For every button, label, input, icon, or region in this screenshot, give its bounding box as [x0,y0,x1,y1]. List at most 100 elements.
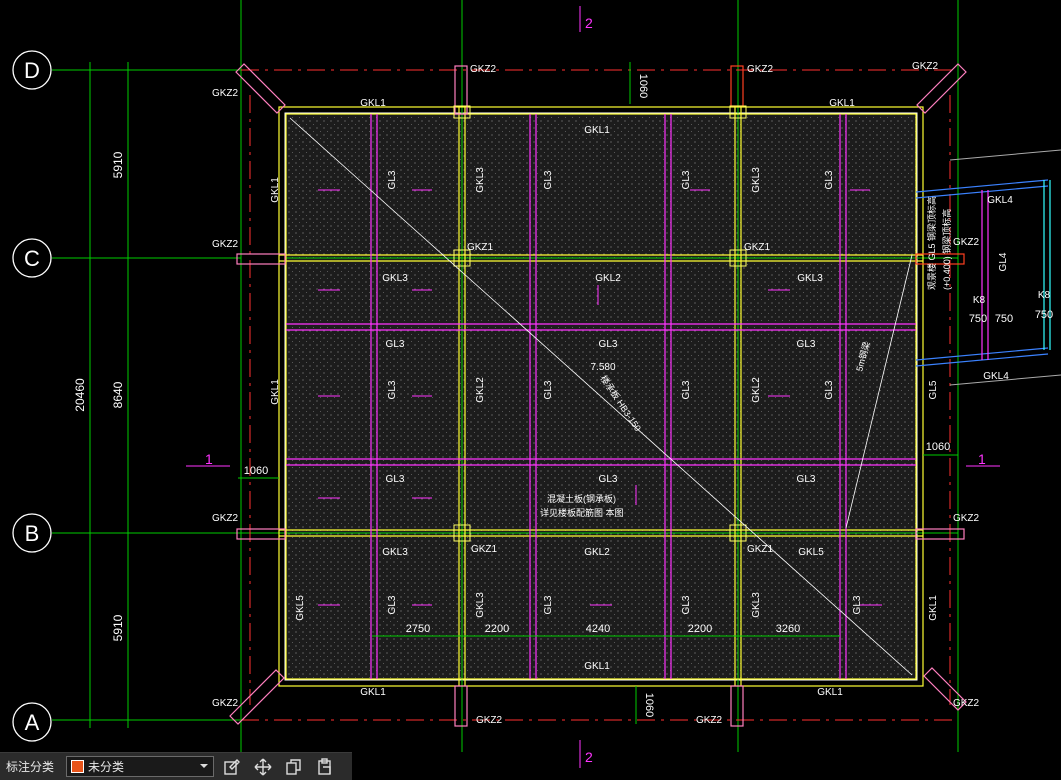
label-gkl1-bottom-2: GKL1 [817,687,843,698]
label-gl5-right: GL5 [928,380,939,399]
axis-number-left: 1 [205,451,213,467]
label-k8-a: K8 [973,295,986,306]
label-gkz1-c2: GKZ1 [744,242,771,253]
label-gkl1-bottom-center: GKL1 [584,661,610,672]
label-gkz2-bottom-left: GKZ2 [212,698,239,709]
label-gkz2-b-left: GKZ2 [212,513,239,524]
dim-bottom-5: 3260 [776,623,800,635]
label-gkl1-top-1: GKL1 [360,98,386,109]
dim-750-c: 750 [1035,309,1053,321]
paste-button[interactable] [312,756,338,778]
grid-label-b: B [25,521,40,546]
label-gl3-v3: GL3 [681,170,692,189]
label-gl3-v12: GL3 [852,595,863,614]
copy-button[interactable] [281,756,307,778]
label-gl3-v10: GL3 [543,595,554,614]
label-gl3-v8: GL3 [824,380,835,399]
label-gkz2-b-right: GKZ2 [953,513,980,524]
label-gl3-v5: GL3 [387,380,398,399]
label-gkl3-b1: GKL3 [382,547,408,558]
dim-1060-left: 1060 [244,465,268,477]
label-gl3-v1: GL3 [387,170,398,189]
label-gl3-r6: GL3 [797,474,816,485]
label-gl3-r5: GL3 [599,474,618,485]
grid-bubbles [12,50,52,742]
label-gkz1-b1: GKZ1 [471,544,498,555]
structural-plan-drawing[interactable]: D C B A 1 1 2 2 20460 5910 8640 5910 275… [0,0,1061,779]
edit-icon [224,758,240,775]
move-button[interactable] [250,756,276,778]
label-gkz2-top-2: GKZ2 [747,64,774,75]
note-concrete-1: 混凝土板(钢承板) [547,493,616,504]
dim-c-b: 8640 [111,381,125,408]
dim-d-c: 5910 [111,151,125,178]
label-gl4: GL4 [998,252,1009,271]
label-gkz2-top-1: GKZ2 [470,64,497,75]
label-gkl4-bottom: GKL4 [983,371,1009,382]
label-gl3-r4: GL3 [386,474,405,485]
dim-b-a: 5910 [111,614,125,641]
label-gl3-v11: GL3 [681,595,692,614]
grid-label-c: C [24,246,40,271]
dim-750-a: 750 [969,313,987,325]
cad-canvas[interactable]: D C B A 1 1 2 2 20460 5910 8640 5910 275… [0,0,1061,780]
label-gkl1-top-2: GKL1 [829,98,855,109]
label-gkz2-c-left: GKZ2 [212,239,239,250]
axis-number-bottom: 2 [585,749,593,765]
edit-button[interactable] [219,756,245,778]
dim-total: 20460 [73,378,87,412]
annotation-category-label: 标注分类 [6,760,55,774]
label-gkz2-bottom-right: GKZ2 [953,698,980,709]
label-gkl2-c: GKL2 [595,273,621,284]
dim-1060-right: 1060 [926,441,950,453]
dim-bottom-3: 4240 [586,623,610,635]
label-gkz1-b2: GKZ1 [747,544,774,555]
label-gkz2-top-right: GKZ2 [912,61,939,72]
label-gkl2-b: GKL2 [584,547,610,558]
note-side-2: (+0.400) 钢梁顶标高 [941,209,952,290]
label-gkl3-c2: GKL3 [797,273,823,284]
copy-icon [286,758,301,775]
note-concrete-2: 详见楼板配筋图 本图 [540,507,624,518]
side-annex [915,149,1061,386]
label-gkz2-c-right: GKZ2 [953,237,980,248]
label-gkl1-left-2: GKL1 [270,379,281,405]
dim-bottom-4: 2200 [688,623,712,635]
label-gkz1-c1: GKZ1 [467,242,494,253]
dim-750-b: 750 [995,313,1013,325]
label-gkl3-v4: GKL3 [751,592,762,618]
label-gkl5-left: GKL5 [295,595,306,621]
move-icon [254,758,272,775]
label-gkz2-bottom-2: GKZ2 [696,715,723,726]
label-gkl4-top: GKL4 [987,195,1013,206]
annotation-category-select[interactable]: 未分类 [66,756,214,777]
label-gl3-v7: GL3 [681,380,692,399]
label-gkl1-left-1: GKL1 [270,177,281,203]
annotation-toolbar: 标注分类 未分类 [0,752,352,780]
note-side-1: 观景楼 GL5 钢梁顶标高 [926,196,937,290]
label-k8-b: K8 [1038,290,1051,301]
label-gkl3-v1: GKL3 [475,167,486,193]
dim-bottom-1: 2750 [406,623,430,635]
label-gkl1-top-center: GKL1 [584,125,610,136]
label-gkl1-bottom-1: GKL1 [360,687,386,698]
label-gkl3-v2: GKL3 [751,167,762,193]
label-gkl3-v3: GKL3 [475,592,486,618]
dim-1060-top: 1060 [637,74,649,98]
category-selected-value: 未分类 [88,760,125,774]
label-gl3-r1: GL3 [386,339,405,350]
paste-icon [318,757,331,775]
chevron-down-icon [200,764,208,768]
label-gl3-v4: GL3 [824,170,835,189]
category-color-swatch [71,760,84,773]
label-gkl2-v2: GKL2 [751,377,762,403]
left-dimension-chain [84,62,134,728]
label-elevation: 7.580 [590,362,615,373]
label-gl3-v2: GL3 [543,170,554,189]
label-gl3-r3: GL3 [797,339,816,350]
label-gkl1-right: GKL1 [928,595,939,621]
label-gl3-r2: GL3 [599,339,618,350]
label-gkl3-c1: GKL3 [382,273,408,284]
label-gl3-v6: GL3 [543,380,554,399]
label-gkl5-b: GKL5 [798,547,824,558]
